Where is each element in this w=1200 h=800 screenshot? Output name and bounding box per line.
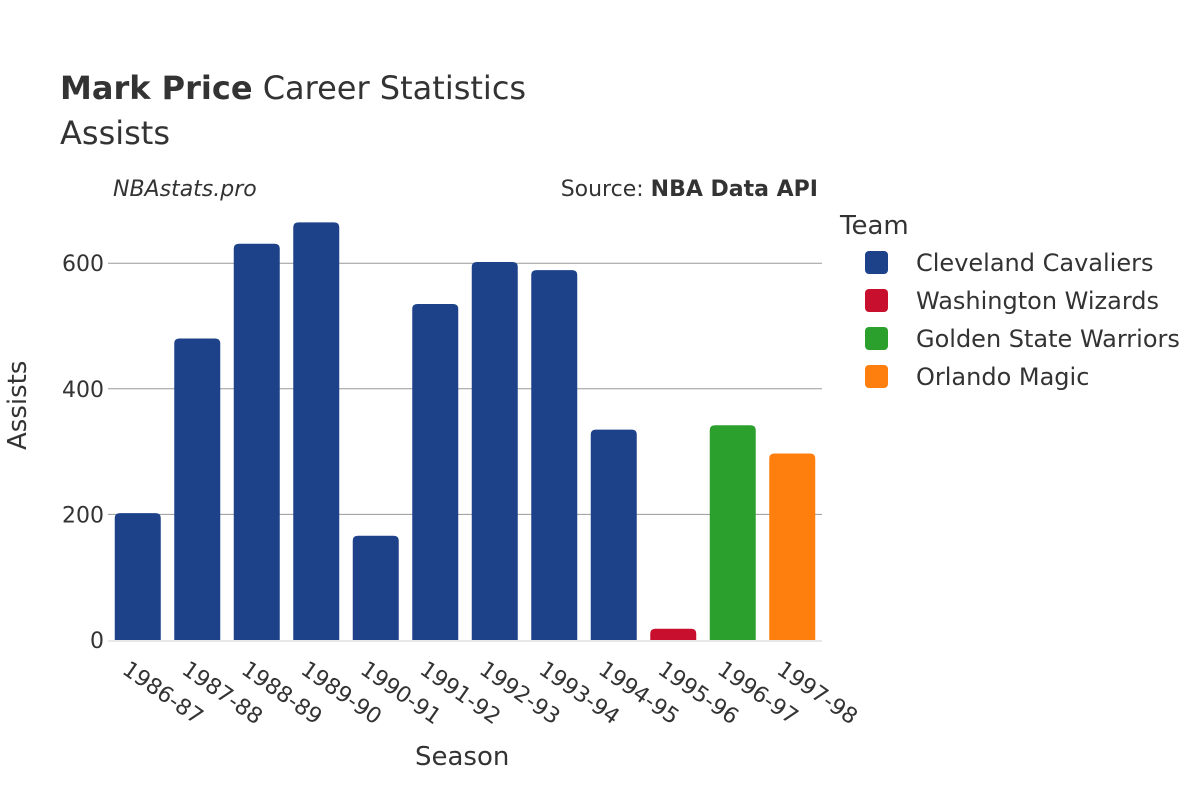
legend-swatch <box>865 289 888 312</box>
legend-item[interactable]: Washington Wizards <box>840 282 1159 320</box>
bar-1993-94 <box>531 270 578 640</box>
bar-1986-87 <box>114 513 161 640</box>
legend-label: Washington Wizards <box>916 287 1160 315</box>
legend-swatch <box>865 251 888 274</box>
y-tick-label: 200 <box>62 503 104 528</box>
bar-1992-93 <box>471 261 518 640</box>
legend-item[interactable]: Cleveland Cavaliers <box>840 244 1153 282</box>
bar-1996-97 <box>709 425 756 640</box>
legend-label: Orlando Magic <box>916 363 1090 391</box>
bar-1987-88 <box>174 338 221 640</box>
legend-item[interactable]: Golden State Warriors <box>840 320 1180 358</box>
bar-1997-98 <box>769 453 816 640</box>
legend-title: Team <box>840 211 909 241</box>
legend-label: Cleveland Cavaliers <box>916 249 1154 277</box>
legend-item[interactable]: Orlando Magic <box>840 358 1089 396</box>
legend-swatch <box>865 365 888 388</box>
y-tick-label: 600 <box>62 252 104 277</box>
legend-label: Golden State Warriors <box>916 325 1180 353</box>
bar-1994-95 <box>590 429 637 640</box>
bar-1990-91 <box>352 535 399 640</box>
bar-1988-89 <box>233 243 280 640</box>
bar-chart: 02004006001986-871987-881988-891989-9019… <box>62 222 862 730</box>
y-tick-label: 400 <box>62 378 104 403</box>
y-tick-label: 0 <box>90 629 104 654</box>
bar-1995-96 <box>650 628 697 640</box>
legend-swatch <box>865 327 888 350</box>
bar-1991-92 <box>412 304 459 640</box>
legend: Team Cleveland Cavaliers Washington Wizar… <box>840 208 1180 396</box>
bar-1989-90 <box>293 222 340 640</box>
